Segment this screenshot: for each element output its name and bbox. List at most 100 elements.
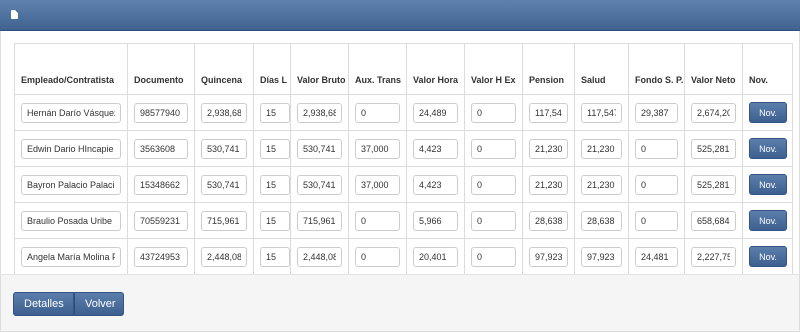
pension-field[interactable] [529, 138, 568, 159]
table-cell [464, 238, 523, 275]
pension-field[interactable] [529, 246, 568, 267]
valor-bruto-field[interactable] [297, 246, 342, 267]
pension-field[interactable] [529, 210, 568, 231]
panel-body: Empleado/Contratista Documento Quincena … [0, 31, 800, 275]
table-cell: Nov. [742, 94, 793, 131]
table-cell [290, 130, 349, 167]
valor-h-ex-field[interactable] [471, 102, 516, 123]
header-aux-trans: Aux. Trans [348, 43, 407, 95]
valor-h-ex-field[interactable] [471, 174, 516, 195]
table-cell [684, 94, 743, 131]
table-cell [194, 94, 254, 131]
header-empleado: Empleado/Contratista [14, 43, 128, 95]
dias-field[interactable] [260, 210, 290, 231]
valor-h-ex-field[interactable] [471, 138, 516, 159]
header-dias: Días L [253, 43, 291, 95]
valor-hora-field[interactable] [413, 246, 458, 267]
nov-button[interactable]: Nov. [749, 174, 787, 195]
valor-hora-field[interactable] [413, 102, 458, 123]
valor-hora-field[interactable] [413, 174, 458, 195]
empleado-field[interactable] [21, 246, 121, 267]
aux-trans-field[interactable] [355, 138, 400, 159]
nov-button[interactable]: Nov. [749, 210, 787, 231]
documento-field[interactable] [134, 138, 188, 159]
fondo-sp-field[interactable] [635, 210, 678, 231]
table-cell [574, 94, 629, 131]
detalles-button[interactable]: Detalles [13, 292, 74, 316]
salud-field[interactable] [581, 102, 622, 123]
dias-field[interactable] [260, 174, 290, 195]
fondo-sp-field[interactable] [635, 246, 678, 267]
panel-footer: Detalles Volver [0, 274, 800, 332]
table-cell [194, 166, 254, 203]
quincena-field[interactable] [201, 174, 247, 195]
dias-field[interactable] [260, 246, 290, 267]
salud-field[interactable] [581, 246, 622, 267]
table-row: Nov. [14, 166, 793, 203]
quincena-field[interactable] [201, 210, 247, 231]
aux-trans-field[interactable] [355, 210, 400, 231]
quincena-field[interactable] [201, 246, 247, 267]
valor-h-ex-field[interactable] [471, 210, 516, 231]
fondo-sp-field[interactable] [635, 174, 678, 195]
table-cell [574, 202, 629, 239]
documento-field[interactable] [134, 102, 188, 123]
valor-bruto-field[interactable] [297, 102, 342, 123]
documento-field[interactable] [134, 246, 188, 267]
volver-button[interactable]: Volver [74, 292, 124, 316]
empleado-field[interactable] [21, 174, 121, 195]
fondo-sp-field[interactable] [635, 102, 678, 123]
salud-field[interactable] [581, 174, 622, 195]
table-cell: Nov. [742, 166, 793, 203]
table-cell [14, 238, 128, 275]
header-documento: Documento [127, 43, 195, 95]
table-row: Nov. [14, 130, 793, 167]
table-cell [464, 94, 523, 131]
empleado-field[interactable] [21, 138, 121, 159]
quincena-field[interactable] [201, 138, 247, 159]
nov-button[interactable]: Nov. [749, 102, 787, 123]
table-cell [253, 166, 291, 203]
nov-button[interactable]: Nov. [749, 246, 787, 267]
dias-field[interactable] [260, 138, 290, 159]
valor-bruto-field[interactable] [297, 138, 342, 159]
empleado-field[interactable] [21, 102, 121, 123]
valor-hora-field[interactable] [413, 138, 458, 159]
quincena-field[interactable] [201, 102, 247, 123]
table-cell [522, 202, 575, 239]
salud-field[interactable] [581, 138, 622, 159]
aux-trans-field[interactable] [355, 102, 400, 123]
pension-field[interactable] [529, 102, 568, 123]
table-cell [253, 130, 291, 167]
valor-neto-field[interactable] [691, 102, 736, 123]
table-cell [464, 202, 523, 239]
valor-neto-field[interactable] [691, 174, 736, 195]
table-row: Nov. [14, 94, 793, 131]
empleado-field[interactable] [21, 210, 121, 231]
aux-trans-field[interactable] [355, 246, 400, 267]
nov-button[interactable]: Nov. [749, 138, 787, 159]
header-fondo-sp: Fondo S. P. [628, 43, 685, 95]
documento-field[interactable] [134, 210, 188, 231]
salud-field[interactable] [581, 210, 622, 231]
valor-neto-field[interactable] [691, 210, 736, 231]
valor-bruto-field[interactable] [297, 210, 342, 231]
table-cell [14, 166, 128, 203]
aux-trans-field[interactable] [355, 174, 400, 195]
table-cell [14, 202, 128, 239]
valor-neto-field[interactable] [691, 246, 736, 267]
fondo-sp-field[interactable] [635, 138, 678, 159]
pension-field[interactable] [529, 174, 568, 195]
table-cell [253, 238, 291, 275]
dias-field[interactable] [260, 102, 290, 123]
header-salud: Salud [574, 43, 629, 95]
table-cell [290, 202, 349, 239]
valor-neto-field[interactable] [691, 138, 736, 159]
valor-h-ex-field[interactable] [471, 246, 516, 267]
valor-bruto-field[interactable] [297, 174, 342, 195]
table-cell [684, 130, 743, 167]
documento-field[interactable] [134, 174, 188, 195]
header-pension: Pension [522, 43, 575, 95]
valor-hora-field[interactable] [413, 210, 458, 231]
table-row: Nov. [14, 238, 793, 275]
